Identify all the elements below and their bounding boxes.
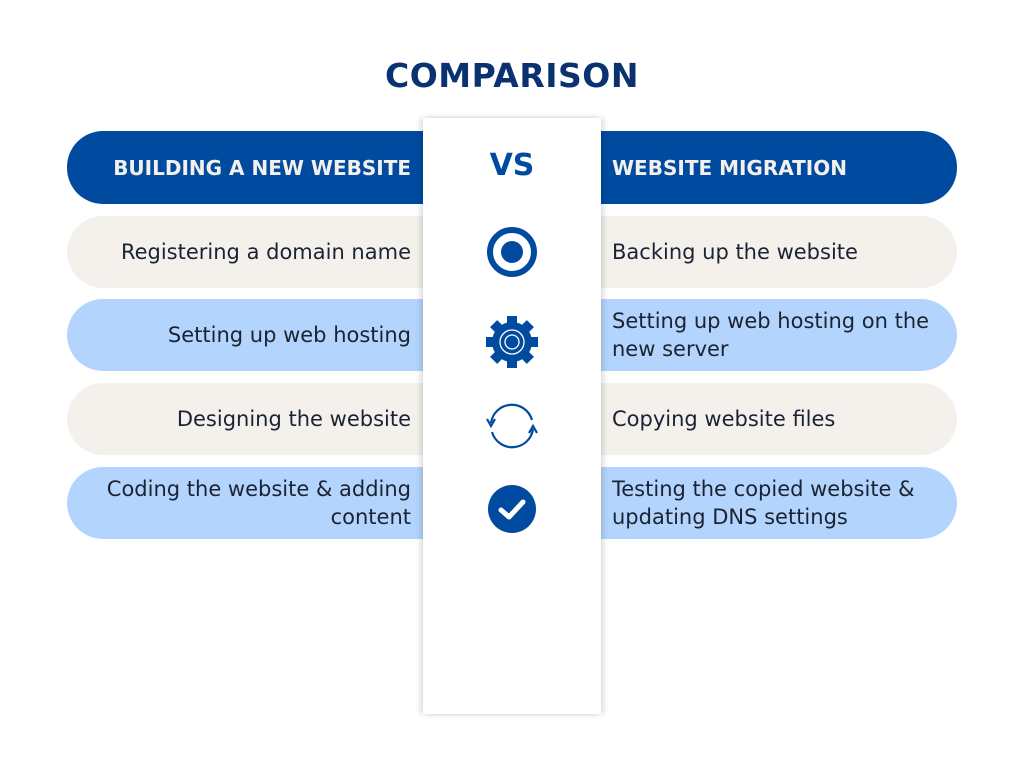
right-item-2: Setting up web hosting on the new server	[598, 299, 957, 371]
right-item-3: Copying website files	[598, 383, 957, 455]
right-item-label: Testing the copied website & updating DN…	[612, 477, 915, 529]
right-header-label: WEBSITE MIGRATION	[612, 155, 847, 180]
left-item-label: Registering a domain name	[120, 240, 411, 264]
target-icon	[487, 227, 537, 277]
gear-icon	[486, 316, 538, 368]
right-item-label: Backing up the website	[612, 240, 858, 264]
left-item-3: Designing the website	[67, 383, 425, 455]
check-circle-icon	[488, 485, 536, 533]
vs-label: VS	[489, 148, 535, 183]
left-column-header: BUILDING A NEW WEBSITE	[67, 131, 425, 204]
left-item-4: Coding the website & adding content	[67, 467, 425, 539]
left-item-label: Coding the website & adding content	[106, 477, 411, 529]
left-item-label: Setting up web hosting	[167, 323, 411, 347]
right-item-1: Backing up the website	[598, 216, 957, 288]
left-item-label: Designing the website	[176, 407, 411, 431]
left-item-2: Setting up web hosting	[67, 299, 425, 371]
sync-icon	[486, 403, 538, 449]
left-header-label: BUILDING A NEW WEBSITE	[113, 155, 411, 180]
left-item-1: Registering a domain name	[67, 216, 425, 288]
right-item-label: Setting up web hosting on the new server	[612, 309, 930, 361]
page-title: COMPARISON	[385, 56, 639, 95]
right-column-header: WEBSITE MIGRATION	[598, 131, 957, 204]
right-item-label: Copying website files	[612, 407, 836, 431]
right-item-4: Testing the copied website & updating DN…	[598, 467, 957, 539]
